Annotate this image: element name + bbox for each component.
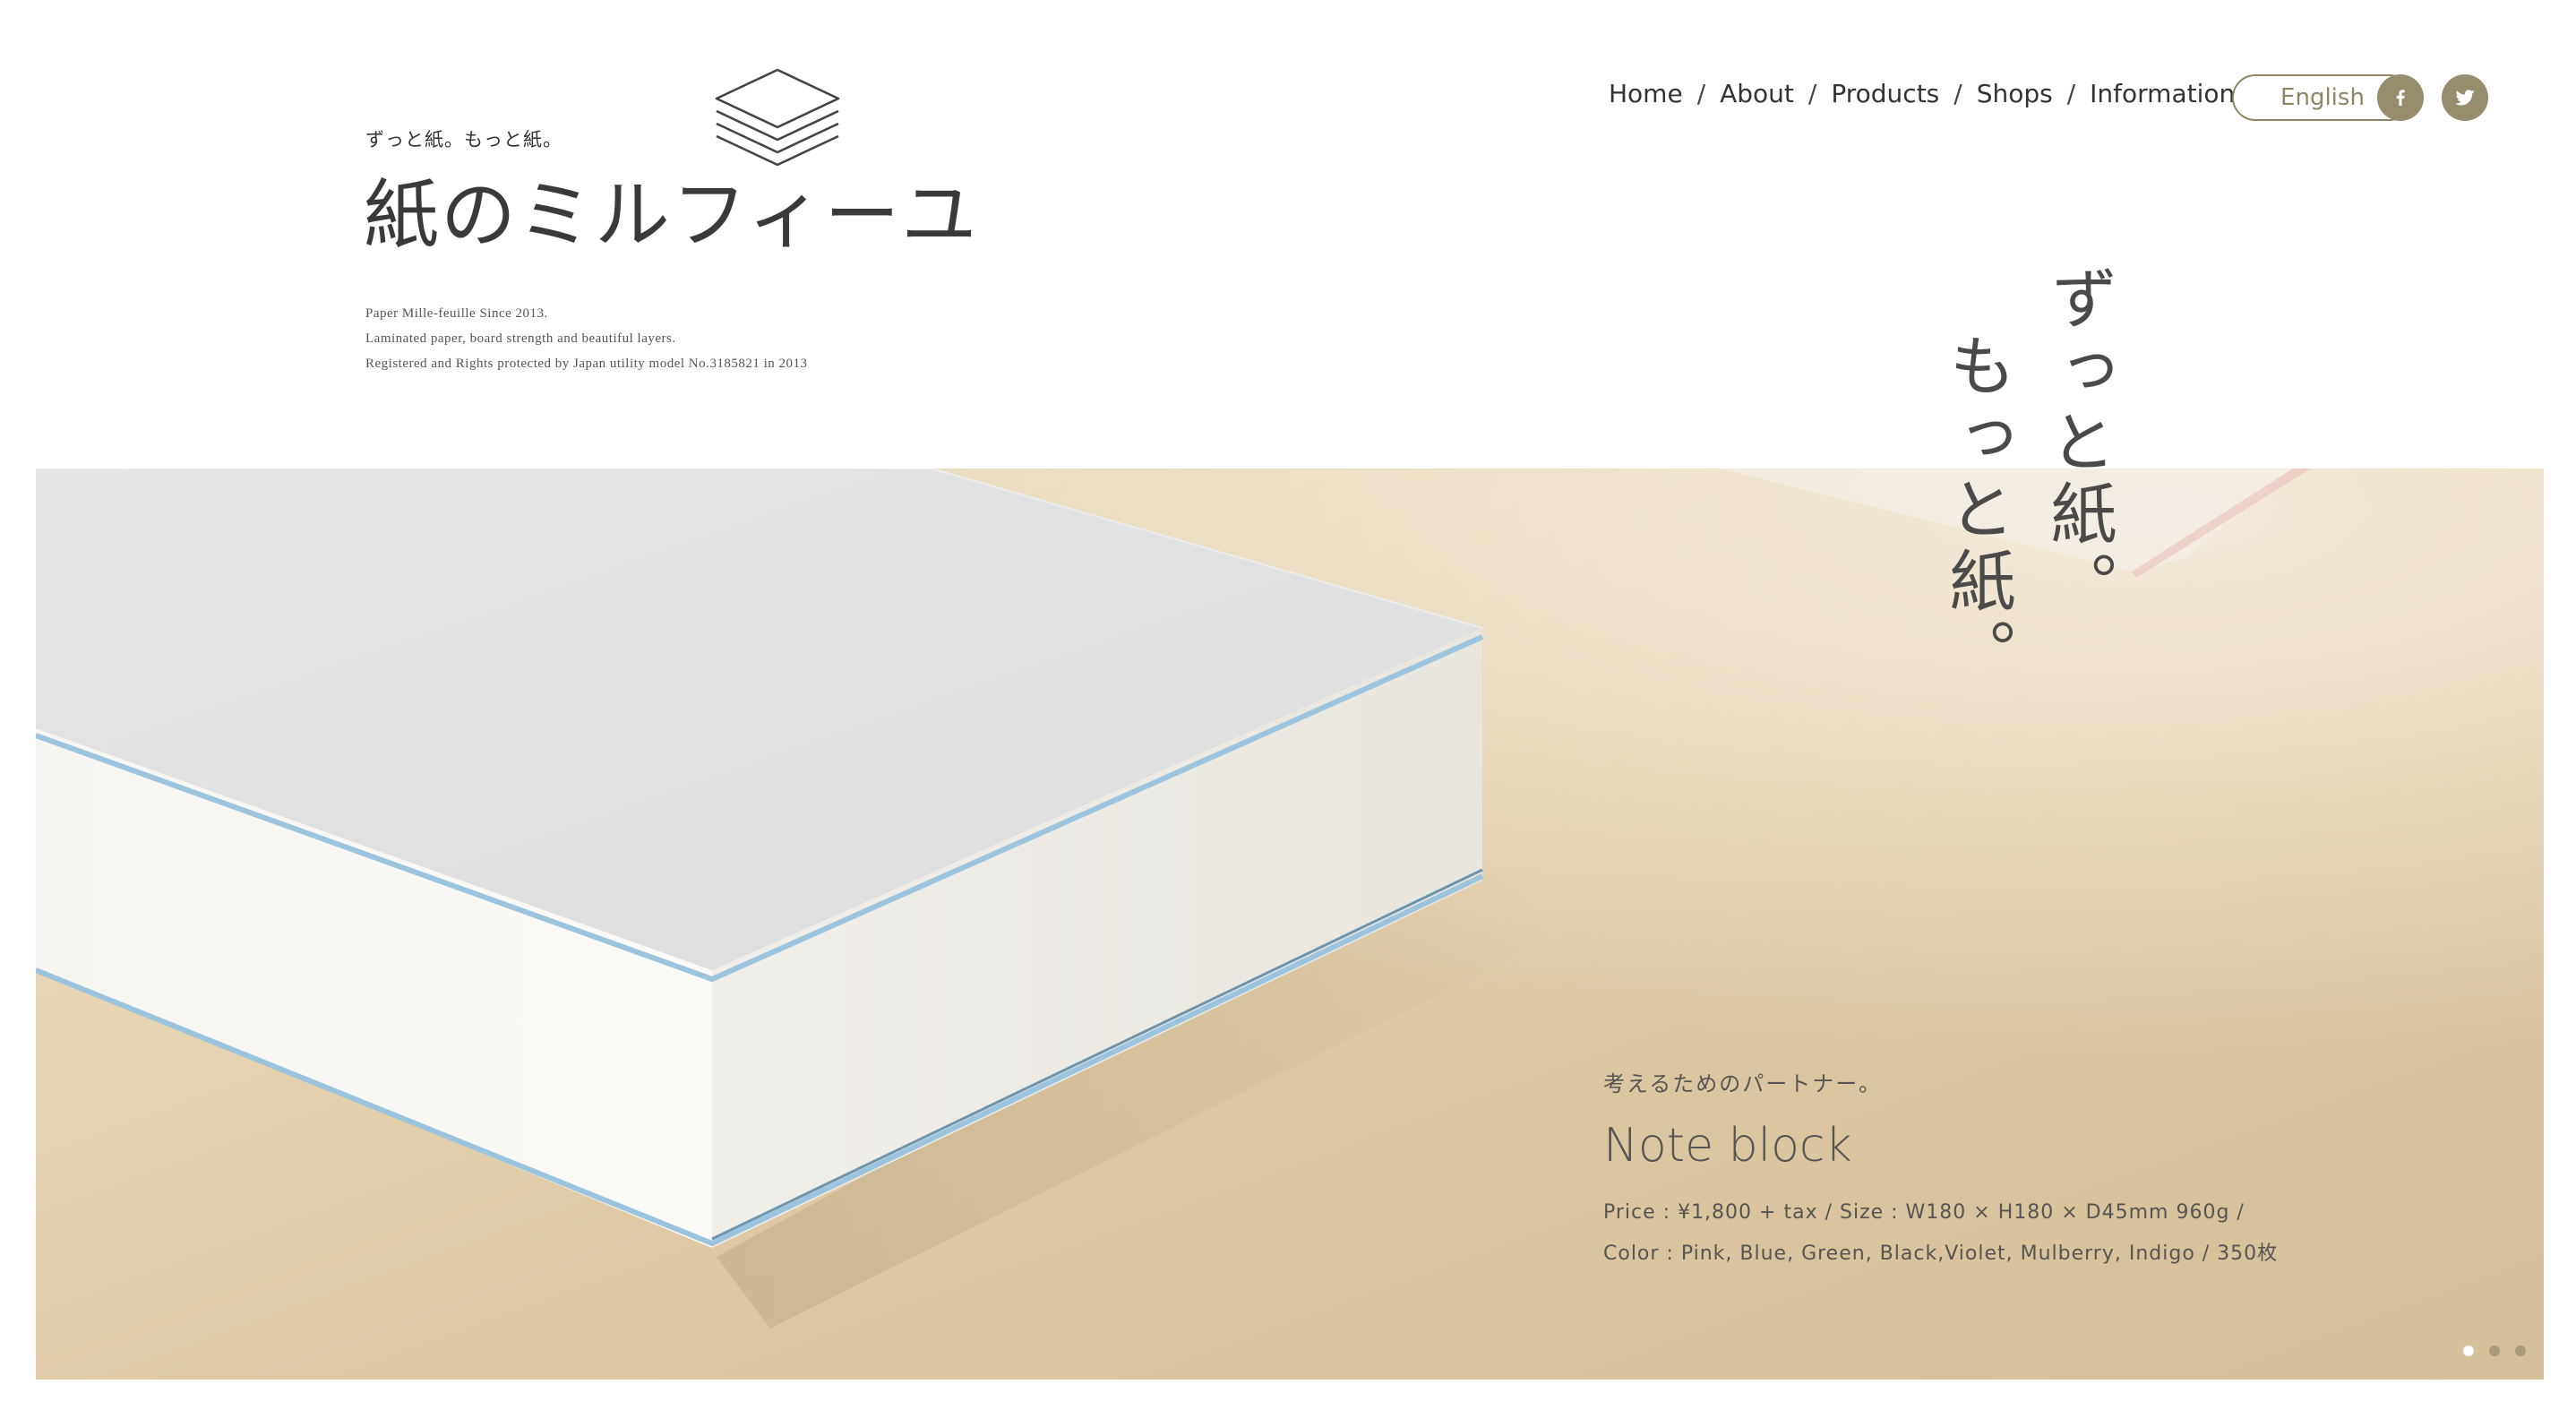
brand-description: Paper Mille-feuille Since 2013. Laminate…: [365, 301, 808, 376]
catchphrase-line-2: もっと紙。: [1938, 331, 2015, 690]
nav-separator: /: [1807, 79, 1817, 108]
brand-description-line: Paper Mille-feuille Since 2013.: [365, 306, 548, 321]
nav-home[interactable]: Home: [1609, 79, 1683, 108]
brand-name: 紙のミルフィーユ: [364, 171, 979, 259]
product-name[interactable]: Note block: [1603, 1119, 2278, 1173]
twitter-icon[interactable]: [2442, 74, 2488, 121]
slider-dot[interactable]: [2463, 1346, 2474, 1356]
nav-about[interactable]: About: [1720, 79, 1794, 108]
brand-description-line: Registered and Rights protected by Japan…: [365, 357, 808, 371]
facebook-glyph: [2396, 90, 2405, 106]
twitter-glyph: [2455, 90, 2475, 106]
logo-tagline: ずっと紙。もっと紙。: [365, 129, 562, 150]
catchphrase-line-1: ずっと紙。: [2039, 264, 2117, 623]
slider-dots: [2463, 1346, 2526, 1356]
brand-description-line: Laminated paper, board strength and beau…: [365, 331, 676, 346]
facebook-icon[interactable]: [2377, 74, 2424, 121]
product-subtitle: 考えるためのパートナー。: [1603, 1071, 1883, 1096]
slider-dot[interactable]: [2515, 1346, 2526, 1356]
nav-information[interactable]: Information: [2090, 79, 2235, 108]
site-logo[interactable]: ずっと紙。もっと紙。 紙のミルフィーユ Paper Mille-feuille …: [364, 63, 976, 376]
product-spec-color: Color : Pink, Blue, Green, Black,Violet,…: [1603, 1242, 2279, 1265]
product-spec-price-size: Price : ¥1,800 + tax / Size : W180 × H18…: [1603, 1201, 2245, 1224]
nav-products[interactable]: Products: [1831, 79, 1939, 108]
paper-stack-icon: [715, 68, 840, 167]
nav-separator: /: [1953, 79, 1962, 108]
main-nav: Home / About / Products / Shops / Inform…: [1609, 79, 2235, 108]
hero-slider: 考えるためのパートナー。 Note block Price : ¥1,800 +…: [36, 469, 2544, 1380]
nav-separator: /: [2066, 79, 2076, 108]
product-info: 考えるためのパートナー。 Note block Price : ¥1,800 +…: [1603, 1066, 2278, 1275]
nav-shops[interactable]: Shops: [1977, 79, 2053, 108]
product-spec: Price : ¥1,800 + tax / Size : W180 × H18…: [1603, 1192, 2278, 1275]
nav-separator: /: [1696, 79, 1706, 108]
slider-dot[interactable]: [2489, 1346, 2500, 1356]
